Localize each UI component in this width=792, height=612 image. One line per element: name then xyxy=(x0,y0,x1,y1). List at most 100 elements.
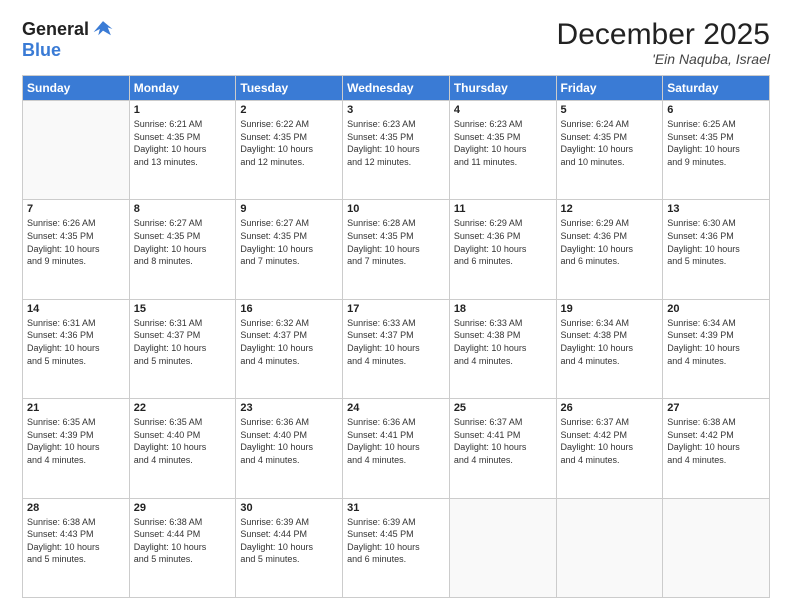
header-right: December 2025 'Ein Naquba, Israel xyxy=(557,18,770,67)
calendar-week-row: 28 Sunrise: 6:38 AM Sunset: 4:43 PM Dayli… xyxy=(23,498,770,597)
day-info: Sunrise: 6:36 AM Sunset: 4:40 PM Dayligh… xyxy=(240,416,338,466)
day-number: 28 xyxy=(27,502,125,514)
day-info: Sunrise: 6:39 AM Sunset: 4:45 PM Dayligh… xyxy=(347,516,445,566)
day-number: 26 xyxy=(561,402,659,414)
table-row: 27Sunrise: 6:38 AM Sunset: 4:42 PM Dayli… xyxy=(663,399,770,498)
table-row: 5 Sunrise: 6:24 AM Sunset: 4:35 PM Daylig… xyxy=(556,101,663,200)
day-number: 16 xyxy=(240,303,338,315)
day-info: Sunrise: 6:35 AM Sunset: 4:39 PM Dayligh… xyxy=(27,416,125,466)
day-info: Sunrise: 6:29 AM Sunset: 4:36 PM Dayligh… xyxy=(454,217,552,267)
table-row: 31 Sunrise: 6:39 AM Sunset: 4:45 PM Dayli… xyxy=(343,498,450,597)
table-row: 10Sunrise: 6:28 AM Sunset: 4:35 PM Dayli… xyxy=(343,200,450,299)
table-row: 21 Sunrise: 6:35 AM Sunset: 4:39 PM Dayli… xyxy=(23,399,130,498)
day-number: 4 xyxy=(454,104,552,116)
day-info: Sunrise: 6:36 AM Sunset: 4:41 PM Dayligh… xyxy=(347,416,445,466)
col-wednesday: Wednesday xyxy=(343,76,450,101)
day-number: 13 xyxy=(667,203,765,215)
day-info: Sunrise: 6:31 AM Sunset: 4:37 PM Dayligh… xyxy=(134,317,232,367)
day-info: Sunrise: 6:38 AM Sunset: 4:43 PM Dayligh… xyxy=(27,516,125,566)
day-info: Sunrise: 6:30 AM Sunset: 4:36 PM Dayligh… xyxy=(667,217,765,267)
table-row: 24Sunrise: 6:36 AM Sunset: 4:41 PM Dayli… xyxy=(343,399,450,498)
day-info: Sunrise: 6:37 AM Sunset: 4:41 PM Dayligh… xyxy=(454,416,552,466)
day-number: 22 xyxy=(134,402,232,414)
day-info: Sunrise: 6:23 AM Sunset: 4:35 PM Dayligh… xyxy=(347,118,445,168)
table-row: 29 Sunrise: 6:38 AM Sunset: 4:44 PM Dayli… xyxy=(129,498,236,597)
day-number: 20 xyxy=(667,303,765,315)
table-row: 17 Sunrise: 6:33 AM Sunset: 4:37 PM Dayli… xyxy=(343,299,450,398)
table-row xyxy=(23,101,130,200)
day-number: 19 xyxy=(561,303,659,315)
day-info: Sunrise: 6:39 AM Sunset: 4:44 PM Dayligh… xyxy=(240,516,338,566)
logo-bird-icon xyxy=(92,18,114,40)
calendar-week-row: 7Sunrise: 6:26 AM Sunset: 4:35 PM Daylig… xyxy=(23,200,770,299)
day-number: 31 xyxy=(347,502,445,514)
calendar-week-row: 21 Sunrise: 6:35 AM Sunset: 4:39 PM Dayli… xyxy=(23,399,770,498)
table-row: 11 Sunrise: 6:29 AM Sunset: 4:36 PM Dayli… xyxy=(449,200,556,299)
day-number: 23 xyxy=(240,402,338,414)
day-number: 27 xyxy=(667,402,765,414)
day-info: Sunrise: 6:32 AM Sunset: 4:37 PM Dayligh… xyxy=(240,317,338,367)
day-info: Sunrise: 6:25 AM Sunset: 4:35 PM Dayligh… xyxy=(667,118,765,168)
table-row: 6 Sunrise: 6:25 AM Sunset: 4:35 PM Daylig… xyxy=(663,101,770,200)
day-number: 6 xyxy=(667,104,765,116)
day-info: Sunrise: 6:29 AM Sunset: 4:36 PM Dayligh… xyxy=(561,217,659,267)
day-number: 8 xyxy=(134,203,232,215)
day-info: Sunrise: 6:35 AM Sunset: 4:40 PM Dayligh… xyxy=(134,416,232,466)
calendar-header-row: Sunday Monday Tuesday Wednesday Thursday… xyxy=(23,76,770,101)
calendar-week-row: 1 Sunrise: 6:21 AM Sunset: 4:35 PM Daylig… xyxy=(23,101,770,200)
table-row: 13 Sunrise: 6:30 AM Sunset: 4:36 PM Dayli… xyxy=(663,200,770,299)
day-info: Sunrise: 6:28 AM Sunset: 4:35 PM Dayligh… xyxy=(347,217,445,267)
table-row xyxy=(663,498,770,597)
table-row: 20 Sunrise: 6:34 AM Sunset: 4:39 PM Dayli… xyxy=(663,299,770,398)
col-monday: Monday xyxy=(129,76,236,101)
day-number: 21 xyxy=(27,402,125,414)
day-number: 29 xyxy=(134,502,232,514)
table-row: 19 Sunrise: 6:34 AM Sunset: 4:38 PM Dayli… xyxy=(556,299,663,398)
day-number: 1 xyxy=(134,104,232,116)
table-row: 15Sunrise: 6:31 AM Sunset: 4:37 PM Dayli… xyxy=(129,299,236,398)
logo: General Blue xyxy=(22,18,114,61)
day-number: 11 xyxy=(454,203,552,215)
table-row: 3Sunrise: 6:23 AM Sunset: 4:35 PM Daylig… xyxy=(343,101,450,200)
table-row: 9 Sunrise: 6:27 AM Sunset: 4:35 PM Daylig… xyxy=(236,200,343,299)
day-info: Sunrise: 6:34 AM Sunset: 4:38 PM Dayligh… xyxy=(561,317,659,367)
day-info: Sunrise: 6:21 AM Sunset: 4:35 PM Dayligh… xyxy=(134,118,232,168)
day-info: Sunrise: 6:33 AM Sunset: 4:38 PM Dayligh… xyxy=(454,317,552,367)
table-row: 18 Sunrise: 6:33 AM Sunset: 4:38 PM Dayli… xyxy=(449,299,556,398)
logo-general-text: General xyxy=(22,20,89,38)
day-info: Sunrise: 6:27 AM Sunset: 4:35 PM Dayligh… xyxy=(134,217,232,267)
table-row xyxy=(449,498,556,597)
day-info: Sunrise: 6:31 AM Sunset: 4:36 PM Dayligh… xyxy=(27,317,125,367)
day-number: 18 xyxy=(454,303,552,315)
table-row: 30 Sunrise: 6:39 AM Sunset: 4:44 PM Dayli… xyxy=(236,498,343,597)
day-number: 25 xyxy=(454,402,552,414)
table-row: 26Sunrise: 6:37 AM Sunset: 4:42 PM Dayli… xyxy=(556,399,663,498)
day-number: 2 xyxy=(240,104,338,116)
day-info: Sunrise: 6:27 AM Sunset: 4:35 PM Dayligh… xyxy=(240,217,338,267)
table-row: 28 Sunrise: 6:38 AM Sunset: 4:43 PM Dayli… xyxy=(23,498,130,597)
day-number: 7 xyxy=(27,203,125,215)
day-info: Sunrise: 6:38 AM Sunset: 4:44 PM Dayligh… xyxy=(134,516,232,566)
table-row: 4 Sunrise: 6:23 AM Sunset: 4:35 PM Daylig… xyxy=(449,101,556,200)
day-info: Sunrise: 6:34 AM Sunset: 4:39 PM Dayligh… xyxy=(667,317,765,367)
col-friday: Friday xyxy=(556,76,663,101)
calendar-week-row: 14Sunrise: 6:31 AM Sunset: 4:36 PM Dayli… xyxy=(23,299,770,398)
day-number: 17 xyxy=(347,303,445,315)
col-sunday: Sunday xyxy=(23,76,130,101)
table-row: 16 Sunrise: 6:32 AM Sunset: 4:37 PM Dayli… xyxy=(236,299,343,398)
table-row: 25 Sunrise: 6:37 AM Sunset: 4:41 PM Dayli… xyxy=(449,399,556,498)
day-number: 30 xyxy=(240,502,338,514)
page: General Blue December 2025 'Ein Naquba, … xyxy=(0,0,792,612)
day-number: 5 xyxy=(561,104,659,116)
day-number: 9 xyxy=(240,203,338,215)
logo-blue-text: Blue xyxy=(22,40,61,60)
table-row: 23 Sunrise: 6:36 AM Sunset: 4:40 PM Dayli… xyxy=(236,399,343,498)
day-info: Sunrise: 6:23 AM Sunset: 4:35 PM Dayligh… xyxy=(454,118,552,168)
table-row: 22 Sunrise: 6:35 AM Sunset: 4:40 PM Dayli… xyxy=(129,399,236,498)
day-number: 12 xyxy=(561,203,659,215)
day-info: Sunrise: 6:24 AM Sunset: 4:35 PM Dayligh… xyxy=(561,118,659,168)
day-info: Sunrise: 6:33 AM Sunset: 4:37 PM Dayligh… xyxy=(347,317,445,367)
table-row xyxy=(556,498,663,597)
day-info: Sunrise: 6:22 AM Sunset: 4:35 PM Dayligh… xyxy=(240,118,338,168)
table-row: 2 Sunrise: 6:22 AM Sunset: 4:35 PM Daylig… xyxy=(236,101,343,200)
